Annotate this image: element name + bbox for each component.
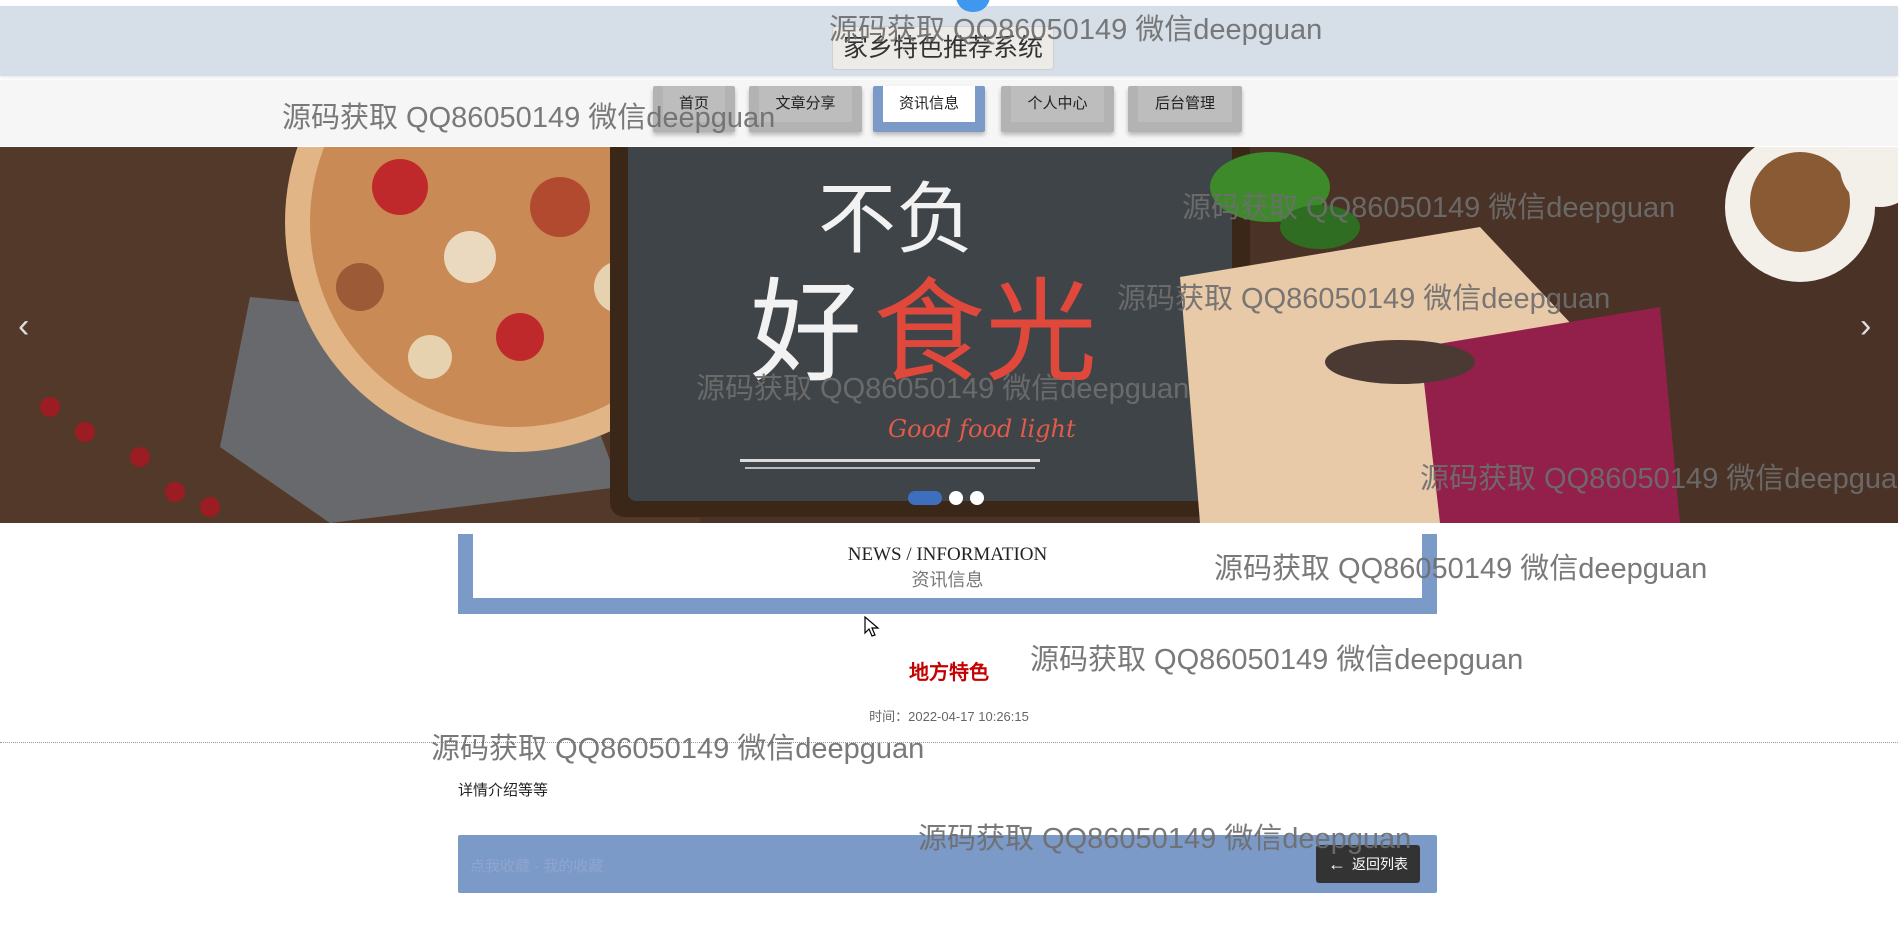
back-to-list-button[interactable]: ← 返回列表: [1316, 845, 1420, 883]
nav-item-home[interactable]: 首页: [653, 86, 735, 132]
carousel-dot-3[interactable]: [970, 491, 984, 505]
section-heading: NEWS / INFORMATION 资讯信息: [458, 534, 1437, 614]
carousel-next[interactable]: ›: [1860, 309, 1871, 343]
site-title: 家乡特色推荐系统: [832, 26, 1055, 70]
nav-item-label: 首页: [663, 86, 725, 122]
nav-item-label: 文章分享: [759, 86, 852, 122]
chevron-right-icon: ›: [1860, 307, 1872, 345]
article-footer-bar: 点我收藏 · 我的收藏 ← 返回列表: [458, 835, 1437, 893]
mouse-cursor-icon: [864, 616, 880, 637]
nav-item-label: 资讯信息: [883, 86, 975, 122]
site-header: 家乡特色推荐系统: [0, 0, 1898, 76]
banner-headline-2: 好: [750, 268, 862, 398]
carousel-dot-2[interactable]: [949, 491, 963, 505]
header-avatar-dot: [956, 0, 990, 12]
section-heading-card: NEWS / INFORMATION 资讯信息: [473, 534, 1422, 598]
nav-item-admin[interactable]: 后台管理: [1128, 86, 1242, 132]
carousel-dot-1[interactable]: [908, 491, 942, 505]
nav-item-news[interactable]: 资讯信息: [873, 86, 985, 132]
watermark: 源码获取 QQ86050149 微信deepguan: [431, 733, 925, 765]
nav-item-label: 后台管理: [1138, 86, 1232, 122]
section-title-cn: 资讯信息: [911, 570, 984, 590]
footer-hint[interactable]: 点我收藏 · 我的收藏: [470, 855, 603, 876]
section-title-en: NEWS / INFORMATION: [847, 544, 1048, 565]
nav-item-label: 个人中心: [1011, 86, 1104, 122]
main-nav: 首页 文章分享 资讯信息 个人中心 后台管理: [0, 80, 1898, 146]
chevron-left-icon: ‹: [18, 307, 30, 345]
article-title: 地方特色: [909, 662, 989, 684]
back-button-label: 返回列表: [1352, 856, 1408, 872]
banner-tagline: Good food light: [888, 415, 1076, 443]
banner-carousel[interactable]: 不负 好 食光 Good food light ‹ ›: [0, 147, 1898, 523]
banner-headline-3: 食光: [873, 268, 1097, 398]
article-time: 时间：2022-04-17 10:26:15: [869, 709, 1029, 724]
nav-item-profile[interactable]: 个人中心: [1001, 86, 1114, 132]
carousel-prev[interactable]: ‹: [18, 309, 29, 343]
divider: [0, 742, 1898, 743]
nav-item-articles[interactable]: 文章分享: [749, 86, 862, 132]
arrow-left-icon: ←: [1328, 854, 1346, 874]
article-body: 详情介绍等等: [458, 782, 549, 799]
